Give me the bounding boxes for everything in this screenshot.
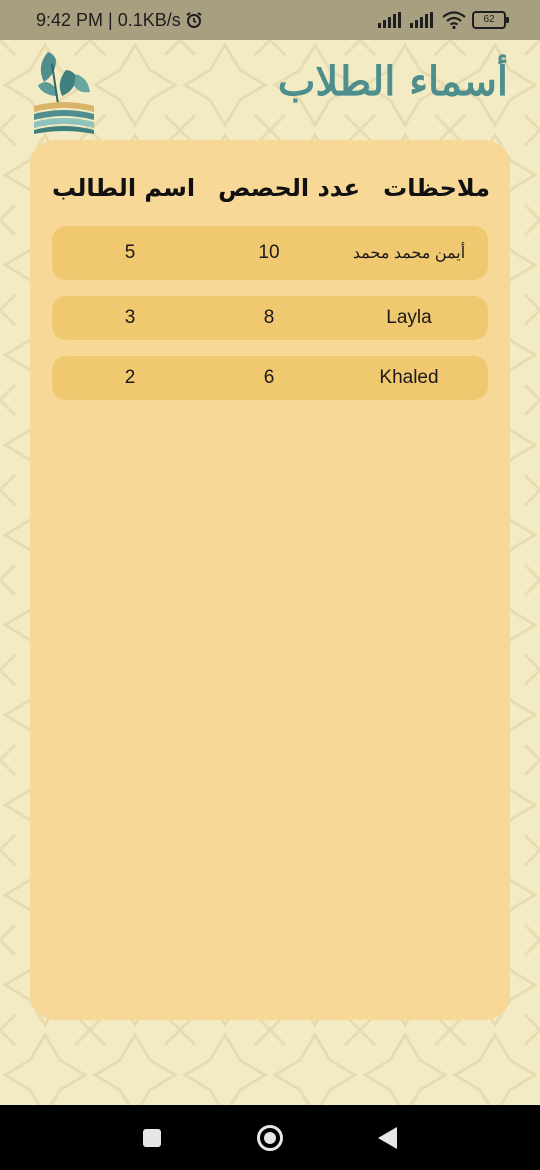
column-header-name: اسم الطالب xyxy=(52,174,196,202)
notes-cell: 2 xyxy=(124,367,136,388)
student-name-cell: أيمن محمد محمد xyxy=(352,245,466,262)
page-title: أسماء الطلاب xyxy=(277,58,508,105)
column-header-notes: ملاحظات xyxy=(383,174,490,202)
student-list: 5 10 أيمن محمد محمد 3 8 Layla 2 6 Khaled xyxy=(52,226,488,416)
student-name-cell: Khaled xyxy=(379,367,439,388)
signal-icon-2 xyxy=(410,12,433,28)
sessions-count-cell: 8 xyxy=(263,307,275,328)
header: أسماء الطلاب xyxy=(0,40,540,140)
system-navigation-bar xyxy=(0,1105,540,1170)
home-icon[interactable] xyxy=(257,1125,283,1151)
student-row[interactable]: 2 6 Khaled xyxy=(52,356,488,400)
table-header: اسم الطالب عدد الحصص ملاحظات xyxy=(52,168,490,208)
notes-cell: 3 xyxy=(124,307,136,328)
students-card: اسم الطالب عدد الحصص ملاحظات 5 10 أيمن م… xyxy=(30,140,510,1020)
sessions-count-cell: 6 xyxy=(263,367,275,388)
column-header-count: عدد الحصص xyxy=(218,174,361,202)
status-left: 9:42 PM | 0.1KB/s xyxy=(36,10,203,31)
student-row[interactable]: 5 10 أيمن محمد محمد xyxy=(52,226,488,280)
notes-cell: 5 xyxy=(124,242,136,263)
battery-icon: 62 xyxy=(472,11,509,29)
status-right: 62 xyxy=(378,11,509,29)
student-row[interactable]: 3 8 Layla xyxy=(52,296,488,340)
sessions-count-cell: 10 xyxy=(258,242,280,263)
recents-icon[interactable] xyxy=(143,1129,161,1147)
logo-leaf-books-icon xyxy=(34,52,94,134)
status-time: 9:42 PM | 0.1KB/s xyxy=(36,9,181,30)
alarm-icon xyxy=(186,12,202,28)
status-bar: 9:42 PM | 0.1KB/s 62 xyxy=(0,0,540,40)
student-name-cell: Layla xyxy=(386,307,432,328)
wifi-icon xyxy=(442,11,466,29)
back-icon[interactable] xyxy=(378,1127,397,1149)
signal-icon xyxy=(378,12,401,28)
